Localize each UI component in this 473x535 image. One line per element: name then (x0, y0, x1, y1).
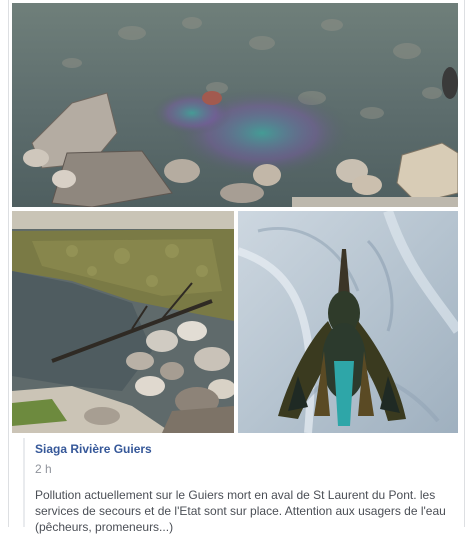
post-card: Siaga Rivière Guiers 2 h Pollution actue… (8, 0, 465, 534)
post-timestamp[interactable]: 2 h (35, 462, 456, 476)
post-text: Pollution actuellement sur le Guiers mor… (35, 488, 446, 534)
page-name-link[interactable]: Siaga Rivière Guiers (35, 442, 152, 456)
polluted-bank-image (12, 211, 234, 433)
photo-polluted-bank[interactable] (12, 211, 234, 433)
post-attachment-footer: Siaga Rivière Guiers 2 h Pollution actue… (23, 438, 456, 534)
photo-river-bed[interactable] (12, 3, 458, 207)
river-bed-image (12, 3, 458, 207)
photo-dead-bird[interactable] (238, 211, 458, 433)
dead-bird-image (238, 211, 458, 433)
